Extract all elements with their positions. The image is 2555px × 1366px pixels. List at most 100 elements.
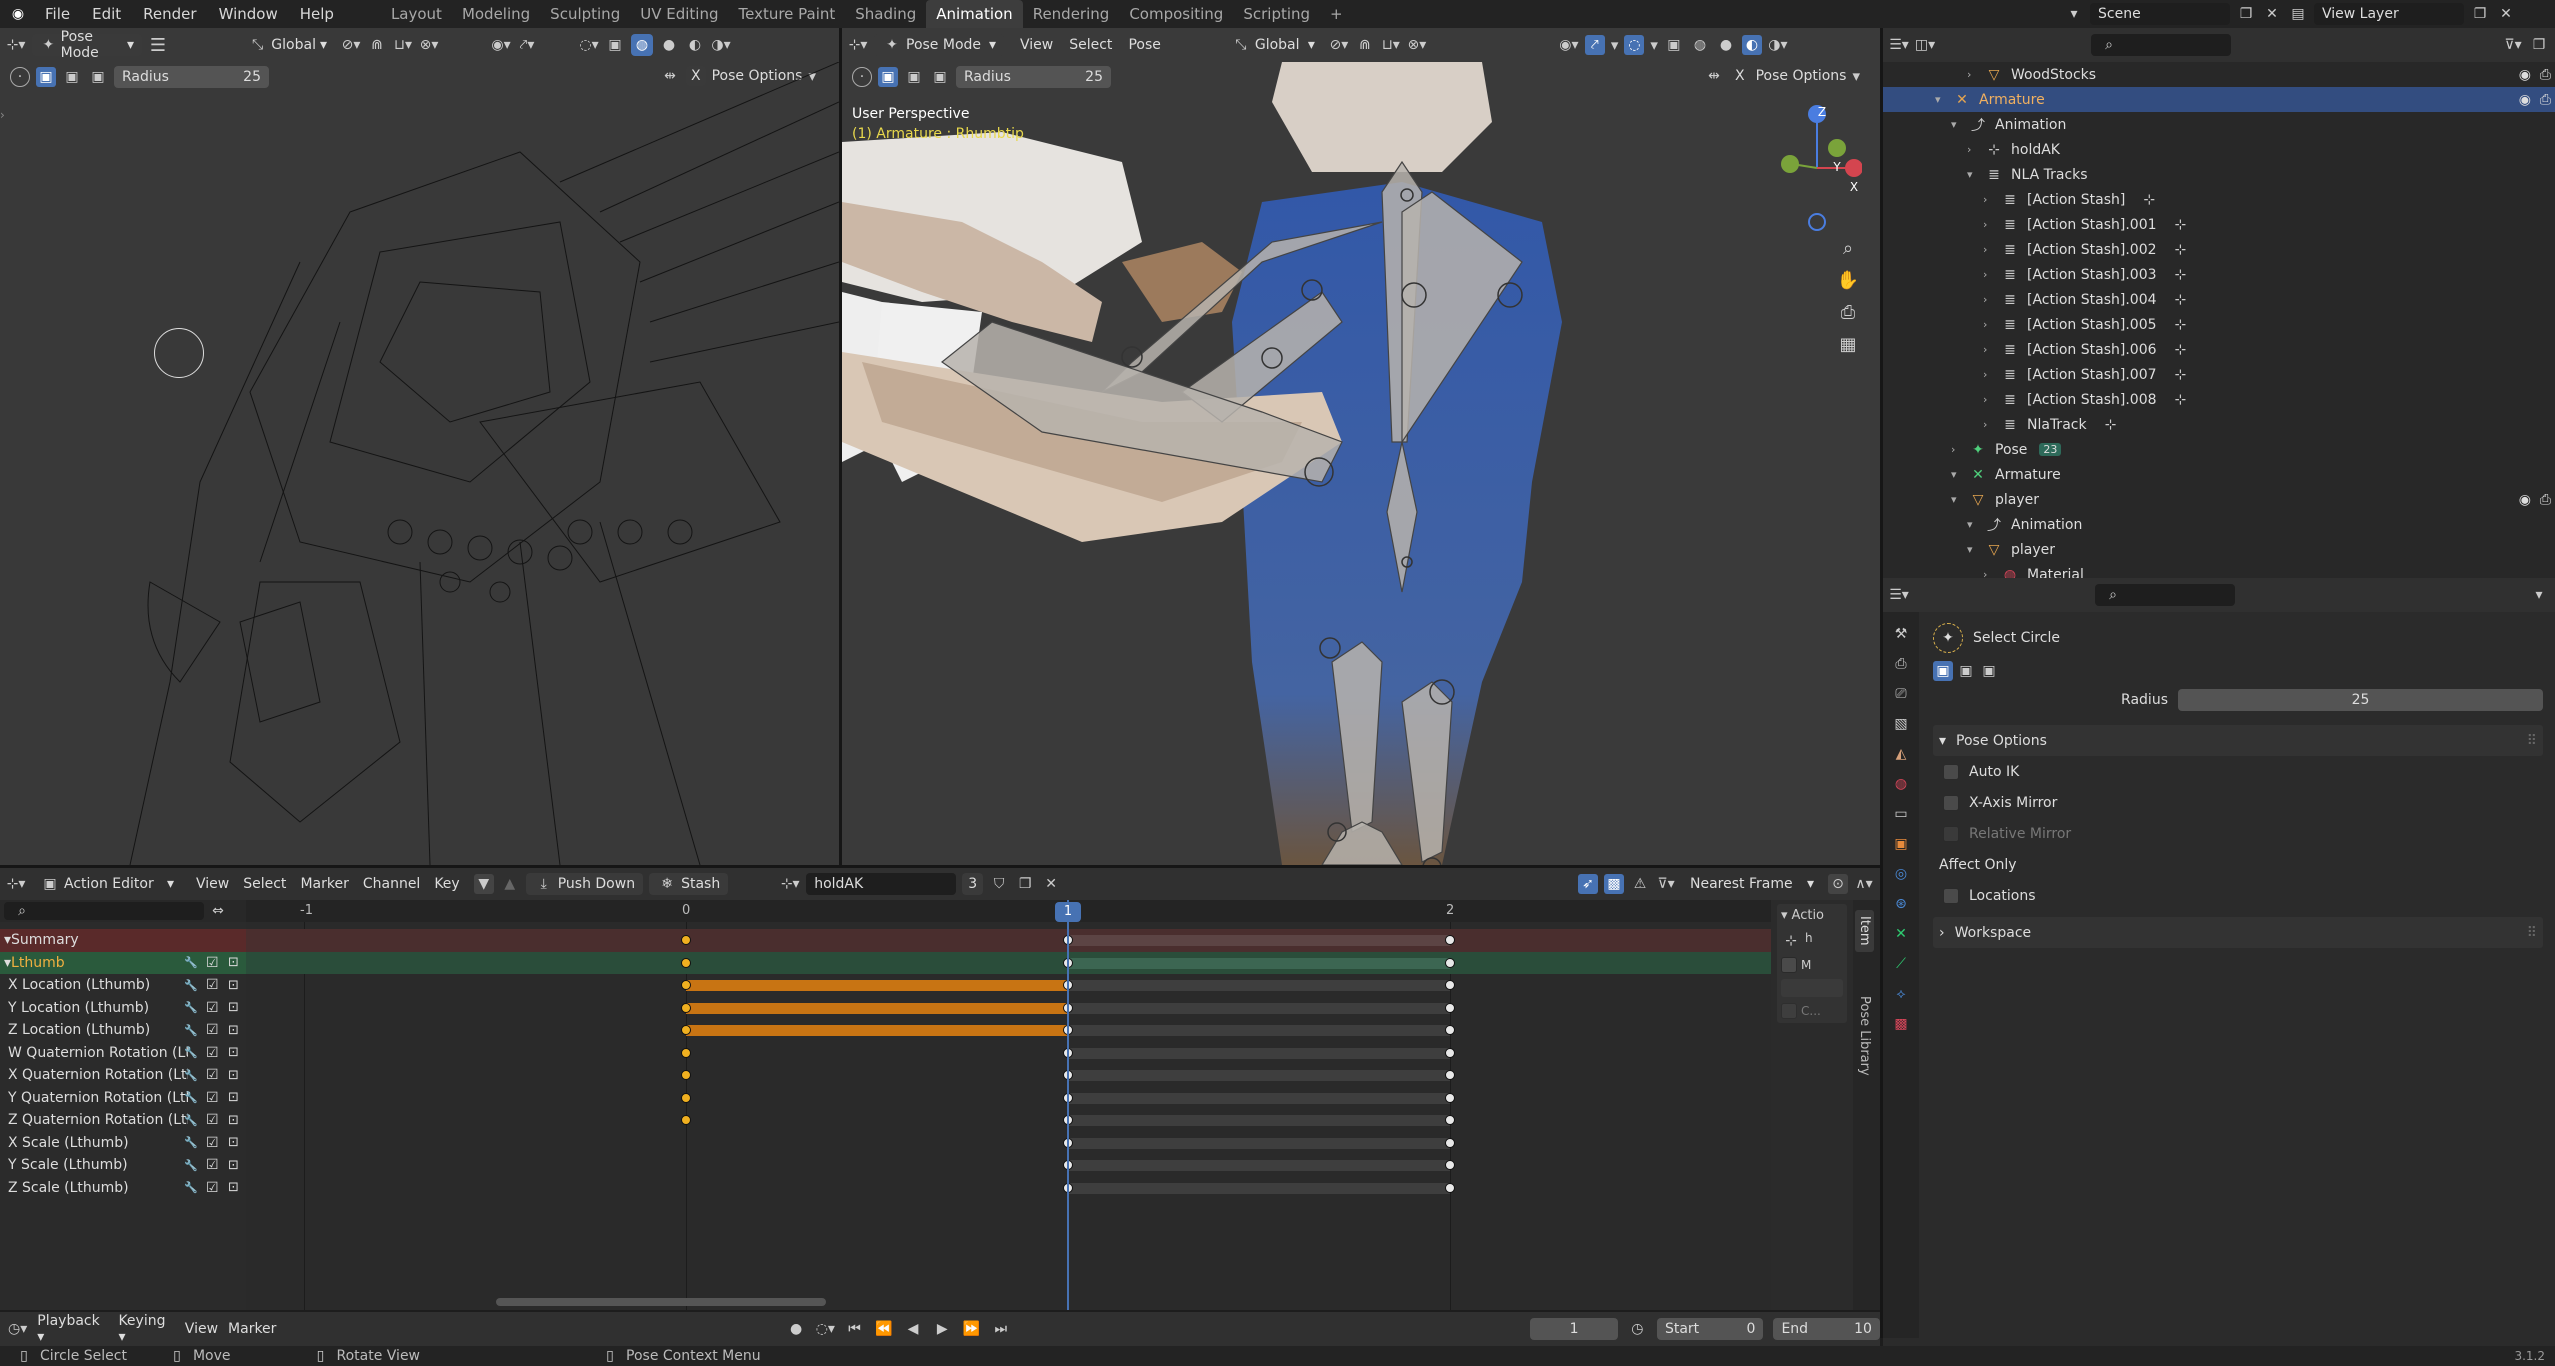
channel-row[interactable]: Y Location (Lthumb) 🔧 ☑ ⊡ bbox=[0, 997, 246, 1020]
outliner-row[interactable]: › ≣ [Action Stash] ⊹ bbox=[1883, 187, 2555, 212]
expand-arrow-icon[interactable]: › bbox=[1983, 243, 1999, 256]
viewport-left[interactable]: ⊹▾ ✦ Pose Mode ▾ ☰ ⤡ Global ▾ ⊘▾ ⋒ ⊔▾ ⊗▾ ◉▾ … bbox=[0, 28, 839, 865]
tab-modeling[interactable]: Modeling bbox=[452, 0, 540, 28]
expand-arrow-icon[interactable]: › bbox=[1951, 443, 1967, 456]
fcurve-icon[interactable]: ∧▾ bbox=[1854, 874, 1874, 894]
keyframe-row[interactable] bbox=[246, 974, 1771, 997]
channel-row[interactable]: W Quaternion Rotation (Lth 🔧 ☑ ⊡ bbox=[0, 1042, 246, 1065]
render-tab-icon[interactable]: ⎙ bbox=[1891, 654, 1911, 674]
bone-tab-icon[interactable]: ⟋ bbox=[1891, 954, 1911, 974]
menu-select[interactable]: Select bbox=[1069, 37, 1112, 53]
keyframe-diamond[interactable] bbox=[1445, 1070, 1455, 1080]
radius-field-right[interactable]: Radius 25 bbox=[956, 66, 1111, 88]
xray-icon[interactable]: ▣ bbox=[605, 35, 625, 55]
keyframe-diamond[interactable] bbox=[681, 1047, 691, 1058]
tab-layout[interactable]: Layout bbox=[381, 0, 452, 28]
channel-mute-checkbox[interactable]: ☑ bbox=[206, 1135, 219, 1151]
mirror-icon[interactable]: ⇹ bbox=[1704, 66, 1724, 86]
keyframe-diamond[interactable] bbox=[681, 1002, 691, 1013]
modifier-wrench-icon[interactable]: 🔧 bbox=[184, 1091, 198, 1104]
ortho-grid-icon[interactable]: ▦ bbox=[1838, 334, 1858, 355]
mode-dropdown-left[interactable]: ✦ Pose Mode ▾ bbox=[32, 29, 142, 61]
tool-tab-icon[interactable]: ⚒ bbox=[1891, 624, 1911, 644]
outliner-row[interactable]: › ▽ WoodStocks ◉ ⎙ bbox=[1883, 62, 2555, 87]
menu-view[interactable]: View bbox=[185, 1321, 218, 1337]
lock-icon[interactable]: ⊡ bbox=[228, 1113, 239, 1128]
outliner-row[interactable]: ▾ ▽ player bbox=[1883, 537, 2555, 562]
keyframe-diamond[interactable] bbox=[1445, 1137, 1455, 1148]
keyframe-row[interactable] bbox=[246, 1019, 1771, 1042]
keyframe-diamond[interactable] bbox=[681, 1070, 691, 1080]
keyframe-area[interactable]: -1012 1 bbox=[246, 900, 1771, 1310]
menu-pose[interactable]: Pose bbox=[1128, 37, 1160, 53]
modifier-wrench-icon[interactable]: 🔧 bbox=[184, 1001, 198, 1014]
record-icon[interactable]: ● bbox=[786, 1319, 805, 1339]
layer-up-icon[interactable]: ▲ bbox=[500, 874, 520, 894]
tab-animation[interactable]: Animation bbox=[926, 0, 1023, 28]
tab-uv-editing[interactable]: UV Editing bbox=[630, 0, 728, 28]
channel-row[interactable]: X Scale (Lthumb) 🔧 ☑ ⊡ bbox=[0, 1132, 246, 1155]
blender-logo-icon[interactable]: ◉ bbox=[8, 4, 28, 24]
gizmo-icon[interactable]: ⤤▾ bbox=[517, 35, 537, 55]
expand-arrow-icon[interactable]: ▾ bbox=[4, 932, 11, 948]
snap-dropdown[interactable]: Nearest Frame ▾ bbox=[1682, 873, 1822, 895]
new-scene-icon[interactable]: ❐ bbox=[2236, 4, 2256, 24]
visibility-icon[interactable]: ◉▾ bbox=[1559, 35, 1579, 55]
menu-edit[interactable]: Edit bbox=[81, 0, 132, 28]
scene-field[interactable]: Scene bbox=[2090, 3, 2230, 25]
outliner-row[interactable]: ▾ ✕ Armature bbox=[1883, 462, 2555, 487]
keyframe-diamond[interactable] bbox=[681, 1115, 691, 1125]
select-extend-icon[interactable]: ▣ bbox=[904, 67, 924, 87]
select-new-icon[interactable]: ▣ bbox=[878, 67, 898, 87]
view-layer-tab-icon[interactable]: ▧ bbox=[1891, 714, 1911, 734]
filter-icon[interactable]: ⊽▾ bbox=[1656, 874, 1676, 894]
expand-arrow-icon[interactable]: › bbox=[1983, 268, 1999, 281]
channel-row[interactable]: X Location (Lthumb) 🔧 ☑ ⊡ bbox=[0, 974, 246, 997]
proportional-edit-icon[interactable]: ⊗▾ bbox=[419, 35, 439, 55]
lock-icon[interactable]: ⊡ bbox=[228, 1135, 239, 1150]
menu-window[interactable]: Window bbox=[208, 0, 289, 28]
expand-arrow-icon[interactable]: ▾ bbox=[1967, 168, 1983, 181]
select-circle-tool-icon[interactable]: ✦ bbox=[1933, 623, 1963, 653]
keyframe-diamond[interactable] bbox=[1445, 1115, 1455, 1125]
current-frame-badge[interactable]: 1 bbox=[1055, 902, 1081, 922]
keyframe-diamond[interactable] bbox=[681, 957, 691, 968]
close-view-layer-icon[interactable]: ✕ bbox=[2496, 4, 2516, 24]
tab-shading[interactable]: Shading bbox=[845, 0, 926, 28]
expand-arrow-icon[interactable]: ▾ bbox=[1951, 493, 1967, 506]
playhead-line[interactable] bbox=[1067, 900, 1069, 1310]
collection-tab-icon[interactable]: ▭ bbox=[1891, 804, 1911, 824]
snap-target-icon[interactable]: ⊔▾ bbox=[1381, 35, 1401, 55]
errors-icon[interactable]: ⚠ bbox=[1630, 874, 1650, 894]
proportional-edit-icon[interactable]: ⊗▾ bbox=[1407, 35, 1427, 55]
x-axis-mirror-row[interactable]: X-Axis Mirror bbox=[1933, 787, 2543, 818]
outliner-row[interactable]: › ≣ [Action Stash].007 ⊹ bbox=[1883, 362, 2555, 387]
tab-texture-paint[interactable]: Texture Paint bbox=[728, 0, 845, 28]
navigation-gizmo[interactable] bbox=[1762, 98, 1862, 238]
keyframe-row[interactable] bbox=[246, 929, 1771, 952]
editor-type-icon[interactable]: ⊹▾ bbox=[848, 35, 868, 55]
wireframe-shading-icon[interactable]: ◍ bbox=[632, 35, 652, 55]
lock-icon[interactable]: ⊡ bbox=[228, 1090, 239, 1105]
keyframe-row[interactable] bbox=[246, 1087, 1771, 1110]
snap-icon[interactable]: ⋒ bbox=[1355, 35, 1375, 55]
outliner-row[interactable]: › ≣ [Action Stash].008 ⊹ bbox=[1883, 387, 2555, 412]
proportional-icon[interactable]: ⊙ bbox=[1828, 874, 1848, 894]
render-shading-icon[interactable]: ◑▾ bbox=[711, 35, 731, 55]
keyframe-diamond[interactable] bbox=[681, 980, 691, 990]
properties-search-input[interactable]: ⌕ bbox=[2095, 584, 2235, 606]
timeline-editor-icon[interactable]: ◷▾ bbox=[8, 1319, 27, 1339]
keyframe-diamond[interactable] bbox=[681, 1092, 691, 1103]
duplicate-action-icon[interactable]: ❐ bbox=[1015, 874, 1035, 894]
channel-mute-checkbox[interactable]: ☑ bbox=[206, 1112, 219, 1128]
lock-icon[interactable]: ⊡ bbox=[228, 955, 239, 970]
channel-mute-checkbox[interactable]: ☑ bbox=[206, 1090, 219, 1106]
output-tab-icon[interactable]: ⎚ bbox=[1891, 684, 1911, 704]
unlink-action-icon[interactable]: ✕ bbox=[1041, 874, 1061, 894]
camera-icon[interactable]: ⎙ bbox=[1838, 302, 1858, 323]
lock-icon[interactable]: ⊡ bbox=[228, 1068, 239, 1083]
horizontal-scrollbar[interactable] bbox=[496, 1298, 826, 1306]
orientation-dropdown-left[interactable]: ⤡ Global ▾ bbox=[240, 34, 335, 56]
outliner-row[interactable]: ▾ ⤴ Animation bbox=[1883, 112, 2555, 137]
jump-start-icon[interactable]: ⏮ bbox=[845, 1319, 864, 1339]
